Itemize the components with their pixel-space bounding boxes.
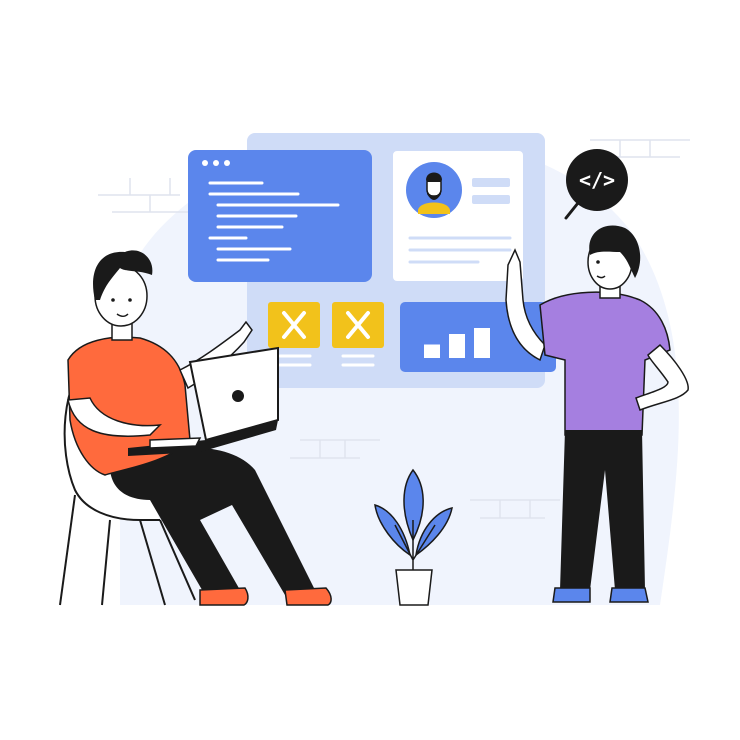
illustration: </> [59,133,690,606]
chart-bar [449,334,465,358]
code-window [188,150,372,282]
chart-bar [474,328,490,358]
code-badge: </> [564,149,628,220]
chart-bar [424,344,440,358]
code-badge-text: </> [579,168,615,192]
profile-card [391,149,525,283]
